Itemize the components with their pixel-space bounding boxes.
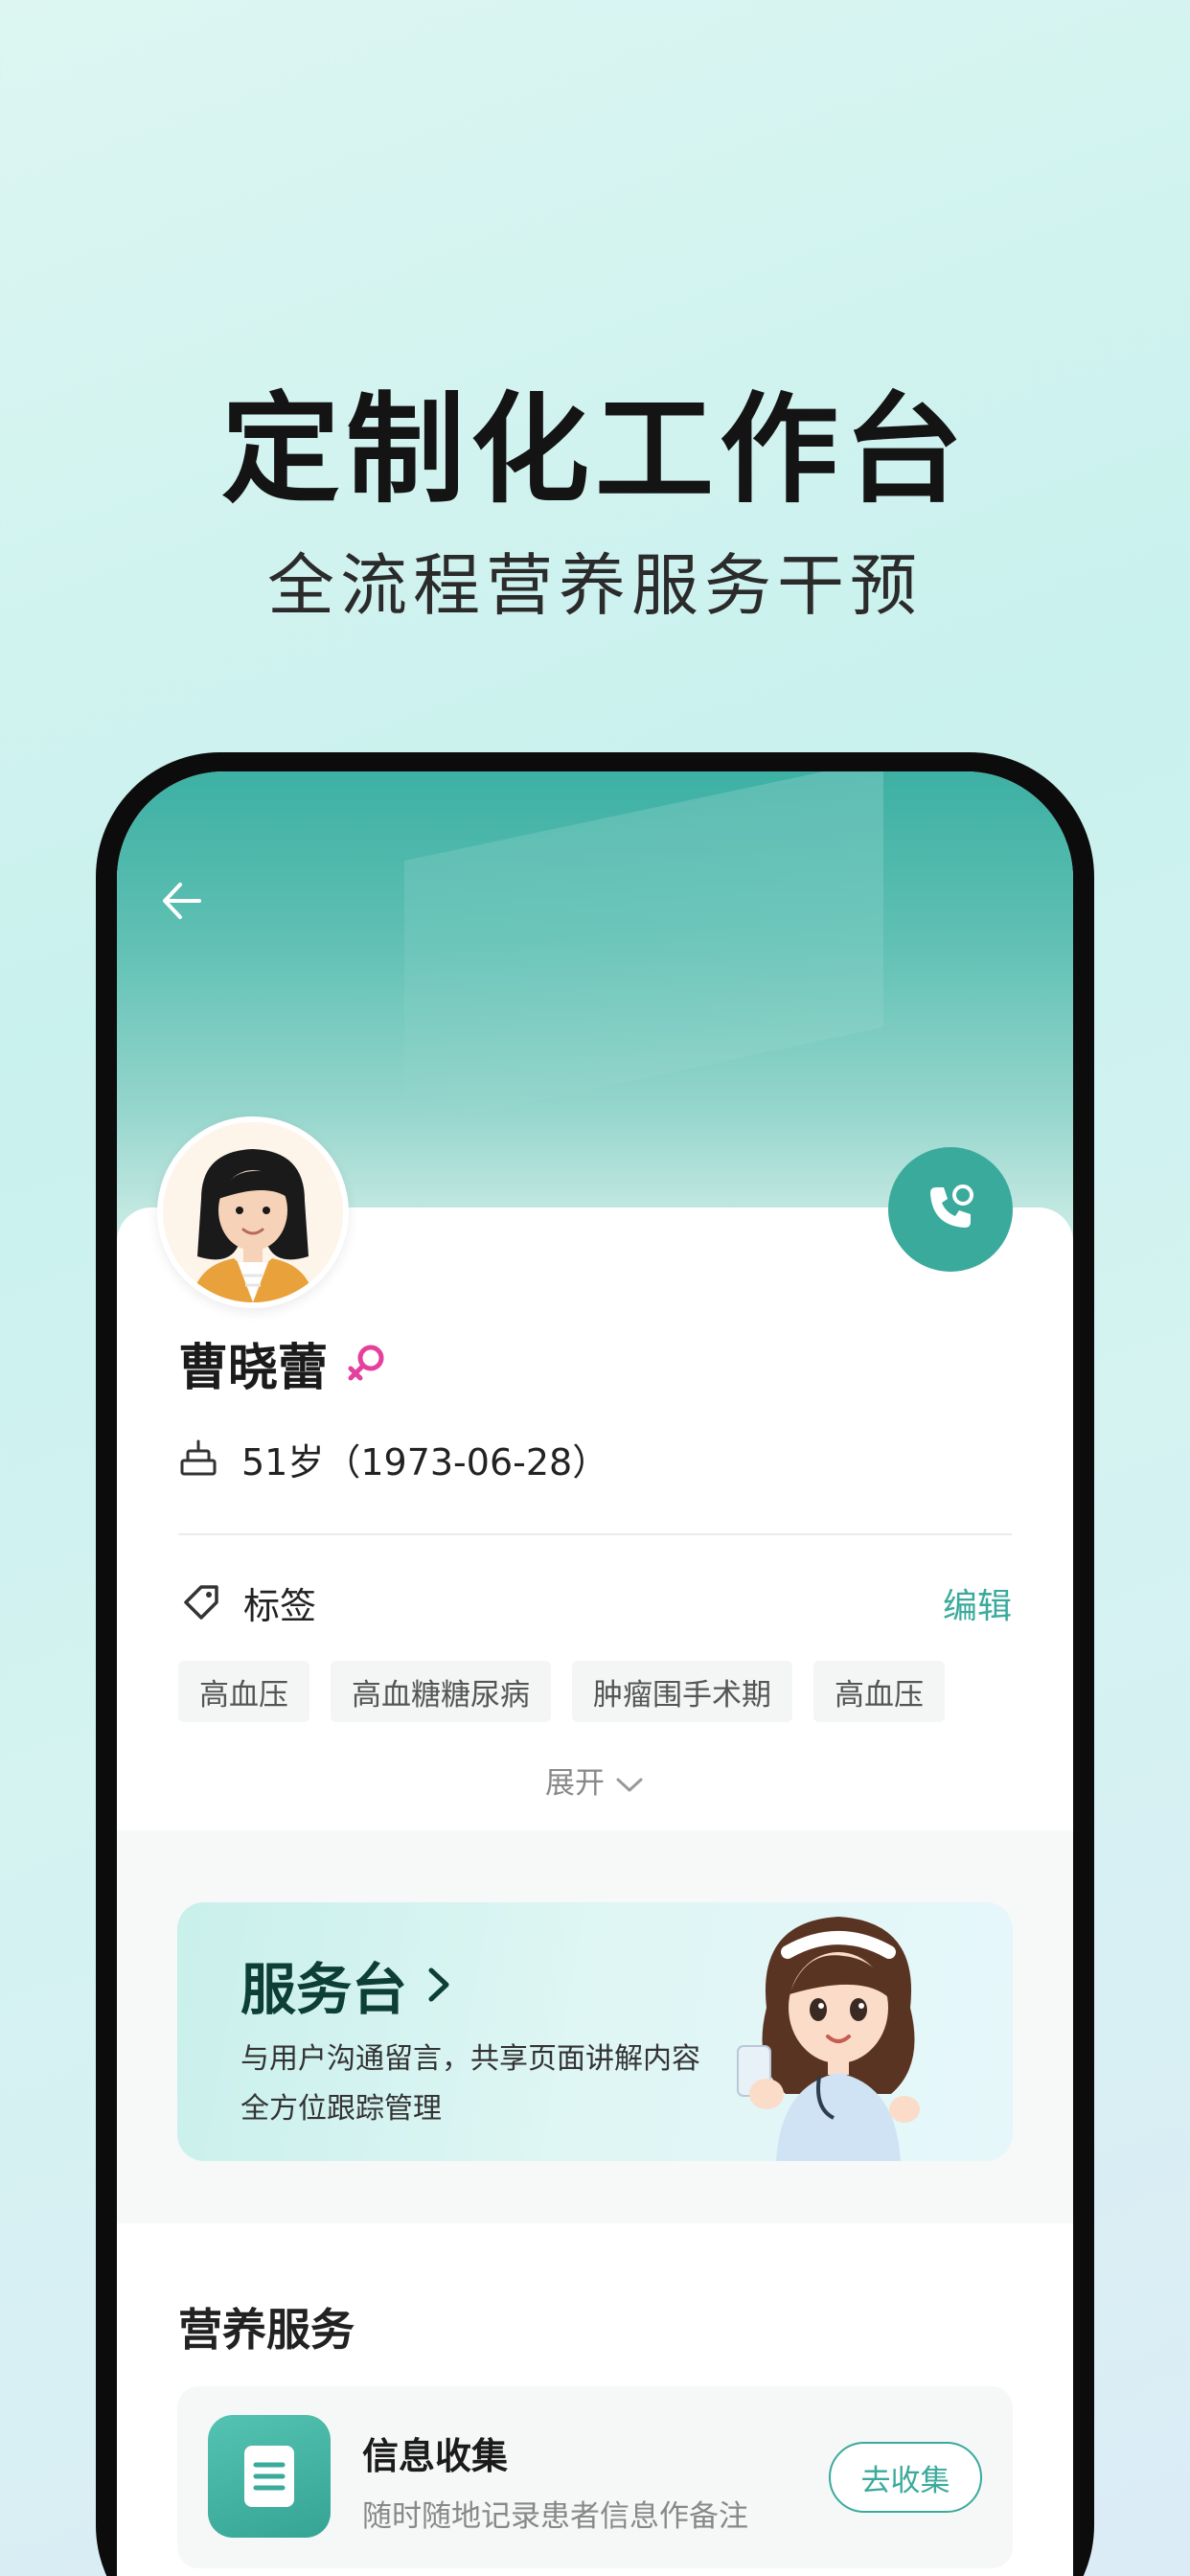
- nurse-illustration: [728, 1902, 949, 2161]
- expand-toggle[interactable]: 展开: [117, 1759, 1073, 1802]
- service-desk-banner[interactable]: 服务台 与用户沟通留言，共享页面讲解内容 全方位跟踪管理: [177, 1902, 1013, 2161]
- edit-tags-button[interactable]: 编辑: [943, 1578, 1012, 1628]
- phone-icon: [921, 1178, 980, 1241]
- hero-subtitle: 全流程营养服务干预: [267, 546, 923, 625]
- service-title-row: 服务台: [240, 1944, 451, 2025]
- expand-label: 展开: [545, 1766, 605, 1801]
- patient-name: 曹晓蕾: [178, 1340, 329, 1397]
- call-button[interactable]: [888, 1147, 1013, 1272]
- tag-icon: [178, 1579, 222, 1627]
- chevron-down-icon: [605, 1766, 645, 1801]
- chevron-right-icon: [407, 1952, 451, 2017]
- document-icon: [208, 2415, 331, 2538]
- name-row: 曹晓蕾: [178, 1327, 389, 1399]
- section-title: 营养服务: [178, 2304, 355, 2356]
- age-text: 51岁（1973-06-28）: [241, 1441, 609, 1484]
- tag-chip[interactable]: 肿瘤围手术期: [572, 1661, 792, 1722]
- tags-label: 标签: [243, 1585, 317, 1627]
- info-title: 信息收集: [362, 2435, 509, 2477]
- avatar: [157, 1116, 349, 1308]
- service-description: 全方位跟踪管理: [240, 2092, 442, 2126]
- tag-list: 高血压 高血糖糖尿病 肿瘤围手术期 高血压: [178, 1661, 966, 1722]
- back-arrow-icon[interactable]: [157, 877, 205, 925]
- collect-button[interactable]: 去收集: [829, 2442, 982, 2513]
- tag-chip[interactable]: 高血糖糖尿病: [331, 1661, 551, 1722]
- hero-title: 定制化工作台: [220, 381, 969, 519]
- service-description: 与用户沟通留言，共享页面讲解内容: [240, 2042, 700, 2076]
- birthday-cake-icon: [178, 1438, 218, 1482]
- tags-header: 标签 编辑: [178, 1576, 1012, 1629]
- service-title: 服务台: [240, 1957, 408, 2022]
- tag-chip[interactable]: 高血压: [813, 1661, 945, 1722]
- divider: [178, 1533, 1012, 1535]
- info-collection-card[interactable]: 信息收集 随时随地记录患者信息作备注 去收集: [177, 2386, 1013, 2568]
- phone-screen: 曹晓蕾 51岁（1973-06-28） 标签 编辑 高血压 高血糖糖尿病 肿瘤围…: [117, 771, 1073, 2576]
- nutrition-section: 营养服务 信息收集 随时随地记录患者信息作备注 去收集: [117, 2223, 1073, 2576]
- info-description: 随时随地记录患者信息作备注: [362, 2499, 748, 2534]
- tag-chip[interactable]: 高血压: [178, 1661, 309, 1722]
- female-icon: [345, 1342, 389, 1386]
- age-row: 51岁（1973-06-28）: [178, 1433, 608, 1485]
